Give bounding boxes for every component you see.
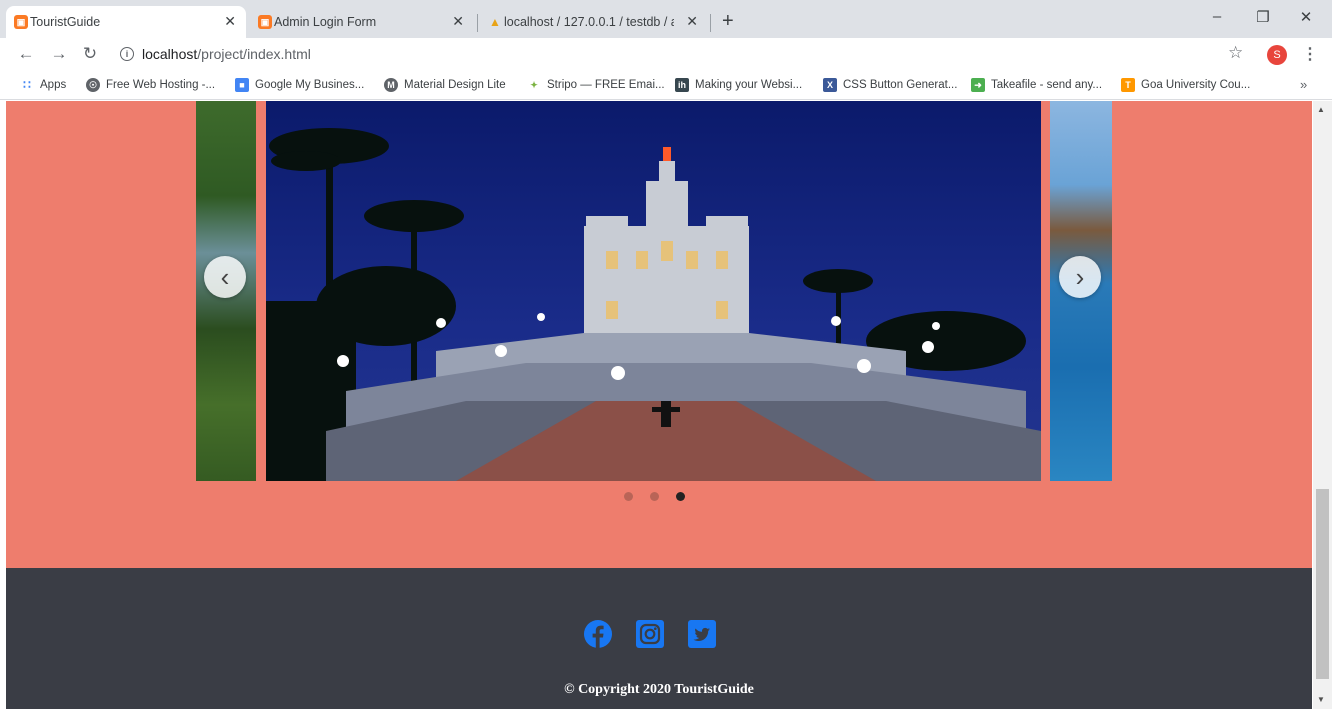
church-night-image	[266, 101, 1041, 481]
xampp-icon: ▣	[14, 15, 28, 29]
copyright-text: © Copyright 2020 TouristGuide	[564, 682, 754, 697]
profile-avatar[interactable]: S	[1267, 45, 1287, 65]
site-footer: © Copyright 2020 TouristGuide	[6, 568, 1312, 709]
bookmark-goa-university[interactable]: Т Goa University Cou...	[1121, 78, 1250, 92]
carousel-next-button[interactable]: ›	[1059, 256, 1101, 298]
close-icon[interactable]: ✕	[224, 13, 236, 30]
bookmark-css-button-generator[interactable]: X CSS Button Generat...	[823, 78, 957, 92]
bookmark-google-my-business[interactable]: ■ Google My Busines...	[235, 78, 364, 92]
carousel-dot[interactable]	[624, 492, 633, 501]
phpmyadmin-icon: ▲	[489, 15, 501, 29]
globe-icon: ☉	[86, 78, 100, 92]
apps-grid-icon: ∷	[23, 78, 31, 92]
bookmarks-bar: ∷ Apps ☉ Free Web Hosting -... ■ Google …	[0, 72, 1332, 100]
ih-icon: ih	[675, 78, 689, 92]
university-icon: Т	[1121, 78, 1135, 92]
bookmark-apps[interactable]: ∷ Apps	[20, 78, 66, 92]
bookmark-star-icon[interactable]: ☆	[1228, 43, 1243, 63]
x-icon: X	[823, 78, 837, 92]
bookmark-label: Apps	[40, 79, 67, 91]
tab-phpmyadmin[interactable]: ▲ localhost / 127.0.0.1 / testdb / ad ✕	[480, 6, 708, 38]
close-icon[interactable]: ✕	[686, 13, 698, 30]
stripo-icon: ✦	[530, 80, 538, 90]
tab-separator	[710, 14, 711, 32]
forward-icon[interactable]: →	[49, 44, 69, 64]
carousel-dot-active[interactable]	[676, 492, 685, 501]
more-menu-icon[interactable]: ⋮	[1302, 44, 1318, 64]
tab-separator	[477, 14, 478, 32]
carousel-dot[interactable]	[650, 492, 659, 501]
page-viewport: ‹ › © Copyright 2020 TouristGuide	[0, 101, 1312, 709]
carousel-prev-button[interactable]: ‹	[204, 256, 246, 298]
bookmark-label: Making your Websi...	[695, 79, 803, 91]
material-icon: M	[384, 78, 398, 92]
bookmark-label: Google My Busines...	[255, 79, 365, 91]
google-business-icon: ■	[235, 78, 249, 92]
tab-admin-login[interactable]: ▣ Admin Login Form ✕	[250, 6, 474, 38]
facebook-icon[interactable]	[584, 620, 612, 648]
bookmark-label: Takeafile - send any...	[991, 79, 1103, 91]
vertical-scrollbar[interactable]: ▲ ▼	[1313, 101, 1332, 709]
social-links	[584, 620, 716, 648]
close-icon[interactable]: ✕	[452, 13, 464, 30]
bookmark-stripo[interactable]: ✦ Stripo — FREE Emai...	[527, 78, 665, 92]
bookmark-label: Free Web Hosting -...	[106, 79, 216, 91]
bookmark-material-design-lite[interactable]: M Material Design Lite	[384, 78, 506, 92]
reload-icon[interactable]: ↻	[80, 44, 100, 64]
minimize-icon[interactable]: –	[1207, 8, 1227, 25]
browser-toolbar: ← → ↻ i localhost/project/index.html ☆ S…	[0, 38, 1332, 72]
xampp-icon: ▣	[258, 15, 272, 29]
back-icon[interactable]: ←	[16, 44, 36, 64]
address-bar[interactable]: localhost/project/index.html	[142, 46, 311, 62]
restore-icon[interactable]: ❐	[1253, 8, 1273, 26]
arrow-right-icon: ➜	[971, 78, 985, 92]
info-icon[interactable]: i	[120, 47, 134, 61]
bookmark-free-web-hosting[interactable]: ☉ Free Web Hosting -...	[86, 78, 215, 92]
bookmark-label: Stripo — FREE Emai...	[547, 79, 665, 91]
tab-title: localhost / 127.0.0.1 / testdb / ad	[504, 15, 674, 29]
scroll-down-icon[interactable]: ▼	[1317, 695, 1325, 704]
tab-title: Admin Login Form	[274, 15, 377, 29]
twitter-icon[interactable]	[688, 620, 716, 648]
close-window-icon[interactable]: ✕	[1296, 8, 1316, 26]
scroll-up-icon[interactable]: ▲	[1317, 105, 1325, 114]
instagram-icon[interactable]	[636, 620, 664, 648]
bookmark-making-website[interactable]: ih Making your Websi...	[675, 78, 802, 92]
url-host: localhost	[142, 46, 198, 62]
bookmark-label: Material Design Lite	[404, 79, 506, 91]
url-path: /project/index.html	[197, 46, 311, 62]
scrollbar-thumb[interactable]	[1316, 489, 1329, 679]
more-bookmarks-icon[interactable]: »	[1300, 77, 1307, 92]
bookmark-takeafile[interactable]: ➜ Takeafile - send any...	[971, 78, 1102, 92]
carousel-slide-church	[266, 101, 1041, 481]
carousel-indicators	[624, 492, 685, 501]
tab-title: TouristGuide	[30, 15, 101, 29]
tab-touristguide[interactable]: ▣ TouristGuide ✕	[6, 6, 246, 38]
bookmark-label: Goa University Cou...	[1141, 79, 1251, 91]
tab-strip: ▣ TouristGuide ✕ ▣ Admin Login Form ✕ ▲ …	[0, 0, 1332, 38]
bookmark-label: CSS Button Generat...	[843, 79, 958, 91]
new-tab-button[interactable]: +	[722, 11, 734, 31]
